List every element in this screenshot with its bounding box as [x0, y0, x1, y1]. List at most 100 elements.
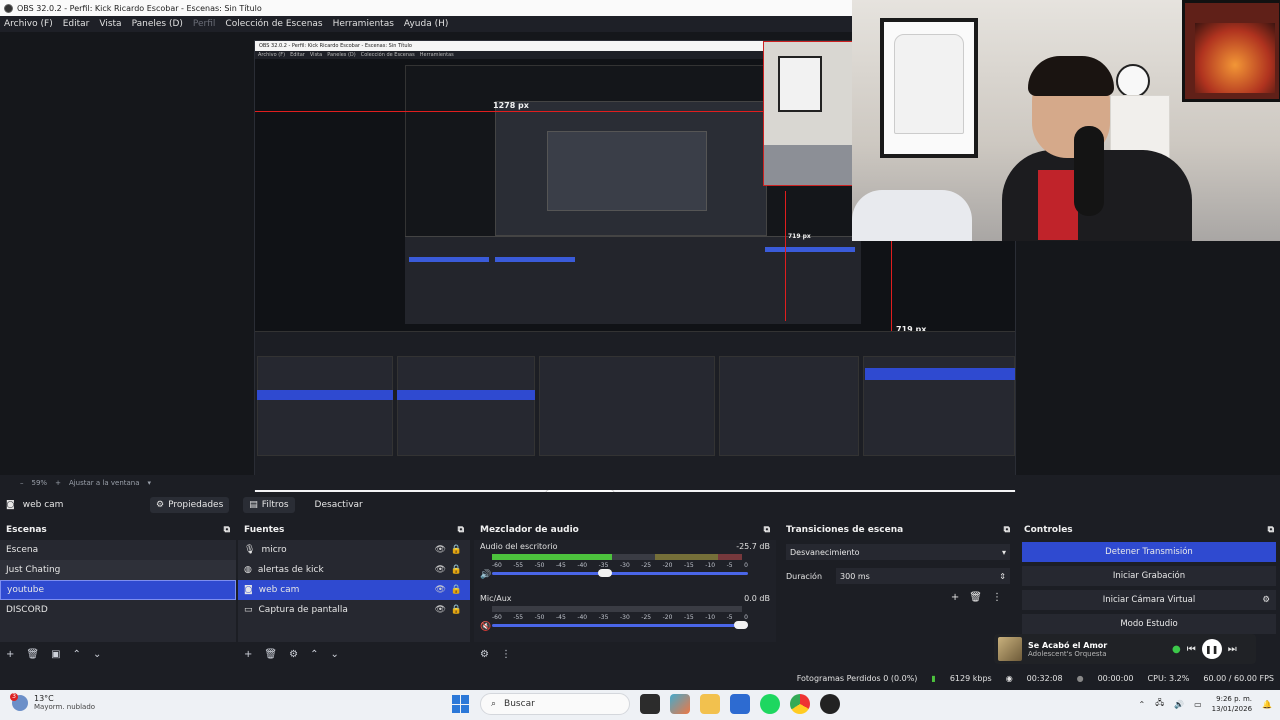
menu-ayuda[interactable]: Ayuda (H)	[404, 19, 448, 29]
pause-icon[interactable]: ❚❚	[1201, 639, 1222, 659]
menu-paneles[interactable]: Paneles (D)	[132, 19, 183, 29]
lock-icon[interactable]: 🔒	[451, 605, 462, 615]
copilot-icon[interactable]	[670, 694, 690, 714]
chrome-icon[interactable]	[790, 694, 810, 714]
more-options-icon[interactable]: ⋮	[992, 592, 1002, 603]
scene-item-escena[interactable]: Escena	[0, 540, 236, 560]
menu-herramientas[interactable]: Herramientas	[333, 19, 394, 29]
scene-item-youtube[interactable]: youtube	[0, 580, 236, 600]
stream-time: 00:32:08	[1026, 673, 1063, 683]
volume-slider[interactable]	[492, 621, 748, 629]
tick-label: -20	[662, 562, 673, 569]
source-item-captura[interactable]: ▭ Captura de pantalla 👁 🔒	[238, 600, 470, 620]
trash-icon[interactable]: 🗑	[969, 592, 982, 603]
zoom-minus-icon[interactable]: –	[20, 479, 24, 487]
lock-icon[interactable]: 🔒	[451, 585, 462, 595]
taskbar-search[interactable]: ⌕ Buscar	[480, 693, 630, 715]
source-item-micro[interactable]: 🎙 micro 👁 🔒	[238, 540, 470, 560]
camera-icon: ◙	[244, 585, 253, 595]
properties-button[interactable]: ⚙ Propiedades	[150, 497, 230, 513]
filters-label: Filtros	[261, 500, 289, 510]
tick-label: -25	[641, 562, 652, 569]
menu-vista[interactable]: Vista	[99, 19, 121, 29]
transitions-dock: Transiciones de escena ⧉ Desvanecimiento…	[780, 522, 1016, 664]
meter-fill	[492, 554, 612, 560]
scene-item-just-chating[interactable]: Just Chating	[0, 560, 236, 580]
gear-icon[interactable]: ⚙	[289, 649, 298, 660]
zoom-plus-icon[interactable]: +	[55, 479, 61, 487]
source-item-web-cam[interactable]: ◙ web cam 👁 🔒	[238, 580, 470, 600]
chevron-down-icon[interactable]: ⌄	[93, 649, 101, 660]
stepper-icon[interactable]: ⇕	[999, 572, 1006, 581]
dock-float-icon[interactable]: ⧉	[224, 525, 230, 535]
more-options-icon[interactable]: ⋮	[501, 649, 511, 660]
dock-float-icon[interactable]: ⧉	[1004, 525, 1010, 535]
eye-icon[interactable]: 👁	[435, 585, 446, 595]
spotify-app-icon[interactable]	[760, 694, 780, 714]
duration-field[interactable]: 300 ms ⇕	[836, 568, 1010, 584]
filters-button[interactable]: ▤ Filtros	[243, 497, 295, 513]
task-view-icon[interactable]	[640, 694, 660, 714]
sources-header: Fuentes ⧉	[238, 522, 470, 538]
lock-icon[interactable]: 🔒	[451, 565, 462, 575]
store-icon[interactable]	[730, 694, 750, 714]
eye-icon[interactable]: 👁	[435, 605, 446, 615]
filter-icon: ▤	[249, 500, 258, 510]
scene-item-discord[interactable]: DISCORD	[0, 600, 236, 620]
chevron-up-icon[interactable]: ⌃	[73, 649, 81, 660]
start-recording-button[interactable]: Iniciar Grabación	[1022, 566, 1276, 586]
windows-start-icon[interactable]	[452, 695, 470, 713]
studio-mode-button[interactable]: Modo Estudio	[1022, 614, 1276, 634]
menu-editar[interactable]: Editar	[63, 19, 90, 29]
file-explorer-icon[interactable]	[700, 694, 720, 714]
clock[interactable]: 9:26 p. m. 13/01/2026	[1212, 694, 1252, 714]
slider-thumb[interactable]	[598, 569, 612, 577]
title-bar: OBS 32.0.2 - Perfil: Kick Ricardo Escoba…	[0, 0, 852, 16]
gear-icon[interactable]: ⚙	[480, 649, 489, 660]
muted-speaker-icon[interactable]: 🔇	[480, 622, 491, 632]
source-item-alertas[interactable]: ◍ alertas de kick 👁 🔒	[238, 560, 470, 580]
nested-obs-panels	[405, 236, 861, 324]
deactivate-button[interactable]: Desactivar	[309, 497, 369, 513]
menu-coleccion-escenas[interactable]: Colección de Escenas	[225, 19, 322, 29]
slider-thumb[interactable]	[734, 621, 748, 629]
speaker-icon[interactable]: 🔊	[480, 570, 491, 580]
previous-track-icon[interactable]: ⏮	[1187, 644, 1196, 655]
obs-taskbar-icon[interactable]	[820, 694, 840, 714]
battery-icon[interactable]: ▭	[1194, 700, 1202, 709]
start-virtual-cam-button[interactable]: Iniciar Cámara Virtual ⚙	[1022, 590, 1276, 610]
source-label: web cam	[258, 585, 300, 595]
person-hair	[1028, 56, 1114, 96]
dock-float-icon[interactable]: ⧉	[458, 525, 464, 535]
chevron-down-icon[interactable]: ⌄	[330, 649, 338, 660]
tick-label: -55	[513, 562, 524, 569]
dock-float-icon[interactable]: ⧉	[1268, 525, 1274, 535]
next-track-icon[interactable]: ⏭	[1228, 644, 1237, 655]
chevron-up-icon[interactable]: ⌃	[1139, 700, 1146, 709]
add-icon[interactable]: +	[951, 592, 959, 603]
transition-select[interactable]: Desvanecimiento ▾	[786, 544, 1010, 560]
duration-value: 300 ms	[840, 571, 870, 581]
menu-perfil[interactable]: Perfil	[193, 19, 216, 29]
add-icon[interactable]: +	[6, 649, 14, 660]
network-icon[interactable]: 🖧	[1155, 697, 1164, 711]
lock-icon[interactable]: 🔒	[451, 545, 462, 555]
trash-icon[interactable]: 🗑	[264, 649, 277, 660]
filter-icon[interactable]: ▣	[51, 649, 60, 660]
notification-icon[interactable]: 🔔	[1262, 700, 1272, 709]
chevron-down-icon[interactable]: ▾	[148, 479, 152, 487]
menu-archivo[interactable]: Archivo (F)	[4, 19, 53, 29]
stop-stream-button[interactable]: Detener Transmisión	[1022, 542, 1276, 562]
eye-icon[interactable]: 👁	[435, 545, 446, 555]
volume-slider[interactable]	[492, 569, 748, 577]
nested-webcam	[763, 41, 855, 186]
zoom-fit-label[interactable]: Ajustar a la ventana	[69, 479, 140, 487]
speaker-icon[interactable]: 🔊	[1174, 700, 1184, 709]
eye-icon[interactable]: 👁	[435, 565, 446, 575]
weather-widget[interactable]: 3 13°C Mayorm. nublado	[10, 692, 95, 711]
dock-float-icon[interactable]: ⧉	[764, 525, 770, 535]
add-icon[interactable]: +	[244, 649, 252, 660]
gear-icon[interactable]: ⚙	[1262, 595, 1270, 605]
trash-icon[interactable]: 🗑	[26, 649, 39, 660]
chevron-up-icon[interactable]: ⌃	[310, 649, 318, 660]
